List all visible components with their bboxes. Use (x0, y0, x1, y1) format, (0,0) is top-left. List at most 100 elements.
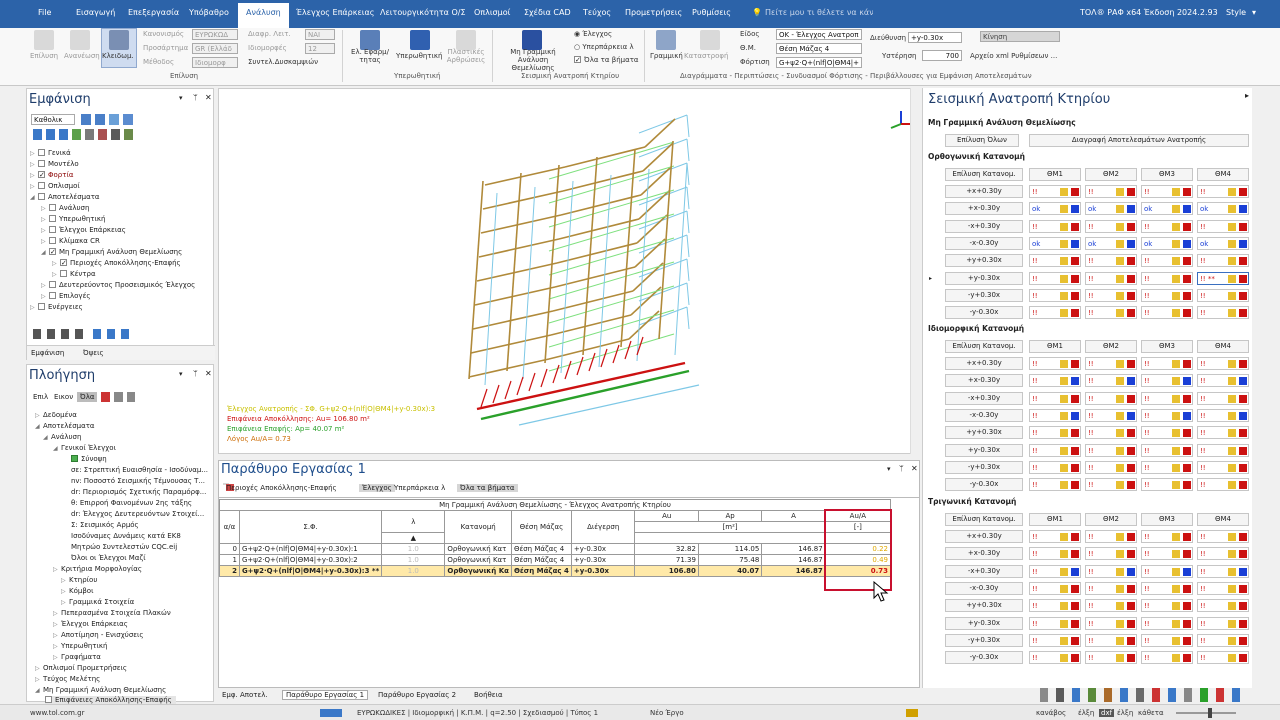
result-cell[interactable]: !! (1141, 219, 1193, 233)
direction-button[interactable]: -y+0.30x (945, 460, 1023, 474)
tree-item[interactable]: nv: Ποσοστό Σεισμικής Τέμνουσας Τ... (71, 477, 205, 485)
tree-item[interactable]: ▷ Κτηρίου (61, 576, 97, 584)
result-cell[interactable]: !! (1197, 219, 1249, 233)
result-cell[interactable]: !! (1029, 271, 1081, 285)
menu-analysis[interactable]: Ανάλυση (238, 3, 289, 28)
direction-button[interactable]: +y+0.30x (945, 426, 1023, 440)
tree-item[interactable]: ▷ Επιλογές (41, 292, 90, 300)
menu-settings[interactable]: Ρυθμίσεις (692, 8, 731, 17)
tab-work-window-2[interactable]: Παράθυρο Εργασίας 2 (378, 691, 456, 699)
result-cell[interactable]: !! (1197, 185, 1249, 198)
menu-insert[interactable]: Εισαγωγή (76, 8, 115, 17)
result-cell[interactable]: !! (1085, 478, 1137, 492)
tree-item[interactable]: ◢ Αποτελέσματα (35, 422, 95, 430)
solve-all-button[interactable]: Επίλυση Όλων (945, 134, 1019, 147)
result-cell[interactable]: !! (1197, 547, 1249, 561)
tree-item[interactable]: ▷ Οπλισμοί (30, 182, 80, 190)
sort-icon[interactable]: ▲ (381, 532, 446, 544)
solve-distribution-button[interactable]: Επίλυση Κατανομ. (945, 168, 1023, 181)
result-cell[interactable]: !! (1085, 357, 1137, 370)
mass-column-header[interactable]: ΘΜ3 (1141, 168, 1193, 181)
result-cell[interactable]: !! (1085, 443, 1137, 457)
applicability-button[interactable]: Ελ. Εφαρμ/τητας (346, 48, 394, 64)
result-cell[interactable]: !! (1029, 254, 1081, 268)
lock-status-icon[interactable] (906, 709, 918, 717)
result-cell[interactable]: !! (1085, 254, 1137, 268)
result-cell[interactable]: !! (1197, 581, 1249, 595)
direction-button[interactable]: -y+0.30x (945, 633, 1023, 647)
tree-item[interactable]: Όλοι οι Έλεγχοι Μαζί (71, 554, 146, 562)
result-cell[interactable]: !! (1141, 651, 1193, 665)
mass-column-header[interactable]: ΘΜ1 (1029, 513, 1081, 526)
direction-button[interactable]: +y-0.30x (945, 271, 1023, 285)
tree-item[interactable]: ▷ Μοντέλο (30, 160, 79, 168)
diaphragm-select[interactable]: ΝΑΙ (305, 29, 335, 40)
annex-select[interactable]: GR (Ελλάδ (192, 43, 238, 54)
tree-item[interactable]: ▷ Έλεγχοι Επάρκειας (41, 226, 126, 234)
result-cell[interactable]: !! (1141, 408, 1193, 422)
result-cell[interactable]: !! (1141, 616, 1193, 630)
result-cell[interactable]: !! (1197, 651, 1249, 665)
result-cell[interactable]: !! (1085, 564, 1137, 578)
filter-all[interactable]: Όλα (77, 392, 98, 402)
direction-button[interactable]: +x-0.30y (945, 547, 1023, 561)
xml-settings-button[interactable]: Αρχείο xml Ρυθμίσεων ... (970, 52, 1057, 60)
mass-column-header[interactable]: ΘΜ2 (1085, 513, 1137, 526)
result-cell[interactable]: !! (1029, 651, 1081, 665)
result-cell[interactable]: !! (1085, 530, 1137, 543)
result-cell[interactable]: !! (1197, 426, 1249, 440)
result-cell[interactable]: !! (1197, 599, 1249, 613)
move-button[interactable]: Κίνηση (980, 31, 1060, 42)
tree-item[interactable]: ▷ Κόμβοι (61, 587, 93, 595)
tree-item[interactable]: dr: Έλεγχος Δευτερευόντων Στοιχεί... (71, 510, 204, 518)
result-cell[interactable]: !! (1085, 616, 1137, 630)
result-cell[interactable]: !! (1141, 288, 1193, 302)
solve-button[interactable]: Επίλυση (30, 52, 58, 60)
result-cell[interactable]: !! (1197, 306, 1249, 320)
tree-item[interactable]: ▷ Υπερωθητική (41, 215, 105, 223)
tree-item[interactable]: ▷ Δεδομένα (35, 411, 77, 419)
direction-button[interactable]: -x+0.30y (945, 219, 1023, 233)
snap-toggle-1[interactable]: έλξη (1078, 709, 1094, 717)
solve-distribution-button[interactable]: Επίλυση Κατανομ. (945, 340, 1023, 353)
result-cell[interactable]: !! (1029, 633, 1081, 647)
close-icon[interactable]: ✕ (911, 464, 918, 473)
tree-item[interactable]: ◢Μη Γραμμική Ανάλυση Θεμελίωσης (35, 686, 166, 694)
result-cell[interactable]: !! (1141, 633, 1193, 647)
display-filter-select[interactable]: Καθολικ (31, 114, 75, 125)
direction-button[interactable]: -y-0.30x (945, 478, 1023, 492)
result-cell[interactable]: !! (1197, 391, 1249, 405)
tab-show-results[interactable]: Εμφ. Αποτελ. (222, 691, 268, 699)
menu-functionality[interactable]: Λειτουργικότητα Ο/Σ (380, 8, 466, 17)
result-cell[interactable]: ok (1141, 236, 1193, 250)
menu-reinforcement[interactable]: Οπλισμοί (474, 8, 510, 17)
result-cell[interactable]: !! (1029, 408, 1081, 422)
plastic-hinges-button[interactable]: Πλαστικές Αρθρώσεις (444, 48, 488, 64)
result-cell[interactable]: !! (1085, 426, 1137, 440)
result-cell[interactable]: !! (1197, 633, 1249, 647)
result-cell[interactable]: !! (1085, 288, 1137, 302)
result-cell[interactable]: !! (1029, 530, 1081, 543)
menu-edit[interactable]: Επεξεργασία (128, 8, 179, 17)
tree-item[interactable]: ◢ Αποτελέσματα (30, 193, 100, 201)
result-cell[interactable]: !! (1141, 460, 1193, 474)
result-cell[interactable]: !! (1029, 185, 1081, 198)
tree-item[interactable]: ▷ Οπλισμοί Προμετρήσεις (35, 664, 127, 672)
result-cell[interactable]: !! (1141, 443, 1193, 457)
result-cell[interactable]: ok (1029, 202, 1081, 216)
result-cell[interactable]: !! (1197, 443, 1249, 457)
mass-column-header[interactable]: ΘΜ4 (1197, 340, 1249, 353)
mass-column-header[interactable]: ΘΜ1 (1029, 340, 1081, 353)
hysteresis-input[interactable]: 700 (922, 50, 962, 61)
result-cell[interactable]: !! (1197, 616, 1249, 630)
result-cell[interactable]: !! (1085, 306, 1137, 320)
result-cell[interactable]: !! (1141, 306, 1193, 320)
result-cell[interactable]: !! (1029, 599, 1081, 613)
panel-dropdown-icon[interactable]: ▾ (179, 370, 183, 378)
menu-file[interactable]: File (38, 8, 51, 17)
table-row[interactable]: 0 G+ψ2·Q+(nlf|Ο|ΘΜ4|+y-0.30x):1 1.0 Ορθο… (219, 543, 892, 555)
mass-column-header[interactable]: ΘΜ2 (1085, 168, 1137, 181)
delete-results-button[interactable]: Διαγραφή Αποτελεσμάτων Ανατροπής (1029, 134, 1249, 147)
result-cell[interactable]: !! (1197, 357, 1249, 370)
result-cell[interactable]: !! (1141, 374, 1193, 388)
